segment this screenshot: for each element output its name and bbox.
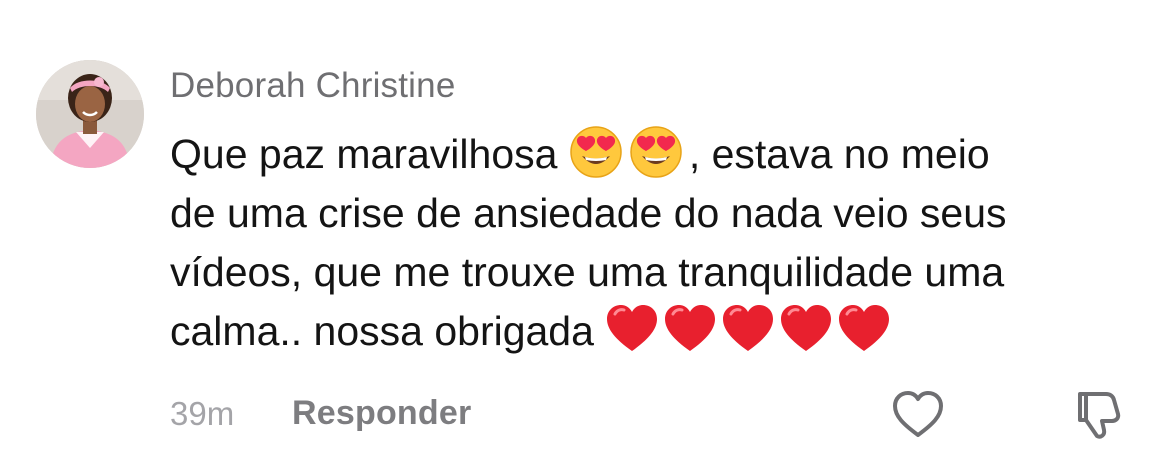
comment-line-2: de uma crise de ansiedade do nada veio s… xyxy=(170,190,1007,236)
heart-eyes-emoji-icon xyxy=(569,125,623,179)
comment-text-segment: Que paz maravilhosa xyxy=(170,131,569,177)
like-button[interactable] xyxy=(890,388,946,440)
reply-button[interactable]: Responder xyxy=(292,394,471,433)
comment-text-segment: , estava no meio xyxy=(688,131,990,177)
thumbs-down-icon xyxy=(1078,392,1121,439)
comment-line-4: calma.. nossa obrigada xyxy=(170,302,1150,361)
comment-line-1: Que paz maravilhosa , estava no meio xyxy=(170,125,1150,184)
red-heart-emoji-icon xyxy=(721,302,775,356)
comment-text-segment: calma.. nossa obrigada xyxy=(170,308,606,354)
dislike-button[interactable] xyxy=(1070,386,1126,442)
comment-text: Que paz maravilhosa , estava no meio de … xyxy=(170,125,1150,361)
red-heart-emoji-icon xyxy=(605,302,659,356)
avatar[interactable] xyxy=(36,60,144,168)
heart-outline-icon xyxy=(893,391,943,437)
heart-eyes-emoji-icon xyxy=(629,125,683,179)
red-heart-emoji-icon xyxy=(837,302,891,356)
author-name[interactable]: Deborah Christine xyxy=(170,66,456,106)
avatar-photo xyxy=(36,60,144,168)
red-heart-emoji-icon xyxy=(779,302,833,356)
comment-line-3: vídeos, que me trouxe uma tranquilidade … xyxy=(170,249,1005,295)
comment-timestamp: 39m xyxy=(170,395,235,432)
red-heart-emoji-icon xyxy=(663,302,717,356)
comment-item: Deborah Christine Que paz maravilhosa , … xyxy=(0,0,1170,450)
